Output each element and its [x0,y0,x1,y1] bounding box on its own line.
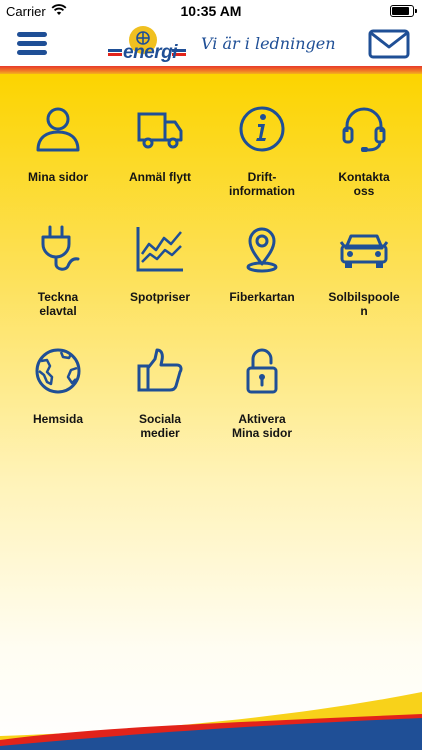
hamburger-icon [17,32,47,37]
tile-label: Mina sidor [27,170,88,184]
info-icon [239,106,285,152]
tile-aktivera-mina-sidor[interactable]: Aktivera Mina sidor [212,346,312,440]
mail-icon[interactable] [368,29,410,59]
headset-icon [342,107,386,152]
tile-label: Fiberkartan [229,290,295,304]
tile-label: Aktivera Mina sidor [231,412,292,440]
power-plug-icon [41,225,80,271]
tile-spotpriser[interactable]: Spotpriser [110,224,210,304]
clock: 10:35 AM [180,3,242,19]
tile-label: Teckna elavtal [37,290,79,318]
menu-button[interactable] [17,30,47,58]
tile-hemsida[interactable]: Hemsida [8,346,108,426]
menu-grid: Mina sidor Anmäl flytt Drift- informatio… [0,74,422,750]
header-stripe [0,66,422,74]
line-chart-icon [136,227,183,272]
tile-label: Sociala medier [138,412,182,440]
tile-label: Anmäl flytt [128,170,191,184]
battery-icon [390,5,417,17]
energi-logo: energi [108,26,188,64]
thumbs-up-icon [137,348,183,392]
car-icon [339,234,389,268]
tile-mina-sidor[interactable]: Mina sidor [8,104,108,184]
truck-icon [137,112,183,149]
globe-icon [35,348,81,394]
slogan: Vi är i ledningen [201,34,336,53]
tile-teckna-elavtal[interactable]: Teckna elavtal [8,224,108,318]
logo-text: energi [123,42,178,63]
tile-anmal-flytt[interactable]: Anmäl flytt [110,104,210,184]
tile-sociala-medier[interactable]: Sociala medier [110,346,210,440]
bottom-decoration [0,692,422,750]
tile-label: Hemsida [32,412,84,426]
tile-kontakta-oss[interactable]: Kontakta oss [314,104,414,198]
tile-label: Kontakta oss [338,170,390,198]
tile-label: Drift- information [229,170,295,198]
unlock-icon [246,348,278,394]
map-pin-icon [246,227,278,273]
status-bar: Carrier 10:35 AM [0,0,422,22]
app-header: energi Vi är i ledningen [0,22,422,66]
person-icon [36,107,80,152]
tile-solbilspoolen[interactable]: Solbilspoole n [314,224,414,318]
tile-label: Spotpriser [129,290,190,304]
tile-driftinformation[interactable]: Drift- information [212,104,312,198]
tile-label: Solbilspoole n [328,290,400,318]
tile-fiberkartan[interactable]: Fiberkartan [212,224,312,304]
